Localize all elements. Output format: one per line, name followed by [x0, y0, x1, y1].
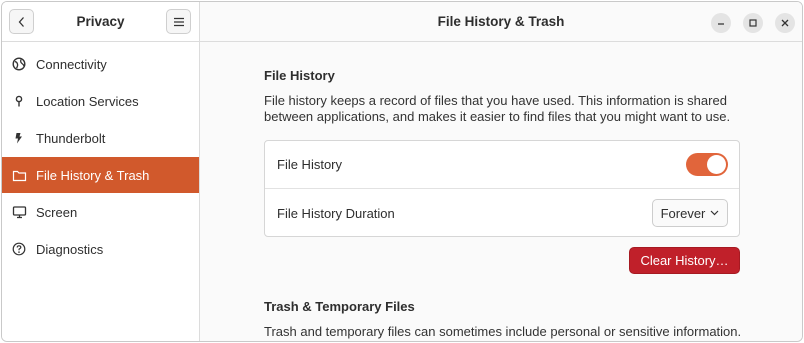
close-button[interactable] — [775, 13, 795, 33]
sidebar-item-label: Connectivity — [36, 56, 107, 72]
toggle-knob — [707, 155, 726, 174]
main-header: File History & Trash — [200, 2, 802, 42]
help-icon — [11, 241, 27, 257]
file-history-description: File history keeps a record of files tha… — [264, 93, 731, 124]
trash-description: Trash and temporary files can sometimes … — [264, 324, 742, 339]
file-history-duration-row: File History Duration Forever — [265, 189, 739, 237]
menu-button[interactable] — [166, 9, 191, 34]
sidebar-item-label: File History & Trash — [36, 167, 150, 183]
file-history-toggle[interactable] — [686, 153, 728, 176]
sidebar: Privacy Connectivity Location Services T… — [2, 2, 200, 341]
section-title-file-history: File History — [264, 68, 335, 83]
sidebar-item-connectivity[interactable]: Connectivity — [2, 46, 199, 82]
file-history-duration-label: File History Duration — [277, 205, 395, 221]
duration-dropdown[interactable]: Forever — [652, 199, 728, 227]
chevron-down-icon — [710, 210, 719, 216]
close-icon — [781, 19, 789, 27]
sidebar-nav: Connectivity Location Services Thunderbo… — [2, 42, 199, 267]
sidebar-item-label: Location Services — [36, 93, 139, 109]
main-panel: File History & Trash File History File h… — [200, 2, 802, 341]
location-pin-icon — [11, 93, 27, 109]
sidebar-item-diagnostics[interactable]: Diagnostics — [2, 231, 199, 267]
sidebar-item-label: Thunderbolt — [36, 130, 106, 146]
duration-value: Forever — [660, 205, 706, 221]
folder-icon — [11, 167, 27, 183]
sidebar-item-thunderbolt[interactable]: Thunderbolt — [2, 120, 199, 156]
file-history-toggle-label: File History — [277, 157, 343, 172]
sidebar-item-label: Diagnostics — [36, 241, 104, 257]
sidebar-item-screen[interactable]: Screen — [2, 194, 199, 230]
maximize-button[interactable] — [743, 13, 763, 33]
section-title-trash: Trash & Temporary Files — [264, 299, 415, 314]
file-history-row: File History — [265, 141, 739, 189]
globe-icon — [11, 56, 27, 72]
monitor-icon — [11, 204, 27, 220]
thunderbolt-icon — [11, 130, 27, 146]
file-history-settings-card: File History File History Duration Forev… — [264, 140, 740, 237]
clear-history-button[interactable]: Clear History… — [629, 247, 740, 274]
sidebar-header: Privacy — [2, 2, 199, 42]
maximize-icon — [749, 19, 757, 27]
sidebar-item-file-history-trash[interactable]: File History & Trash — [2, 157, 199, 193]
settings-window: Privacy Connectivity Location Services T… — [1, 1, 803, 342]
sidebar-item-location-services[interactable]: Location Services — [2, 83, 199, 119]
minimize-icon — [718, 23, 724, 25]
minimize-button[interactable] — [711, 13, 731, 33]
sidebar-item-label: Screen — [36, 204, 78, 220]
hamburger-icon — [173, 17, 184, 26]
